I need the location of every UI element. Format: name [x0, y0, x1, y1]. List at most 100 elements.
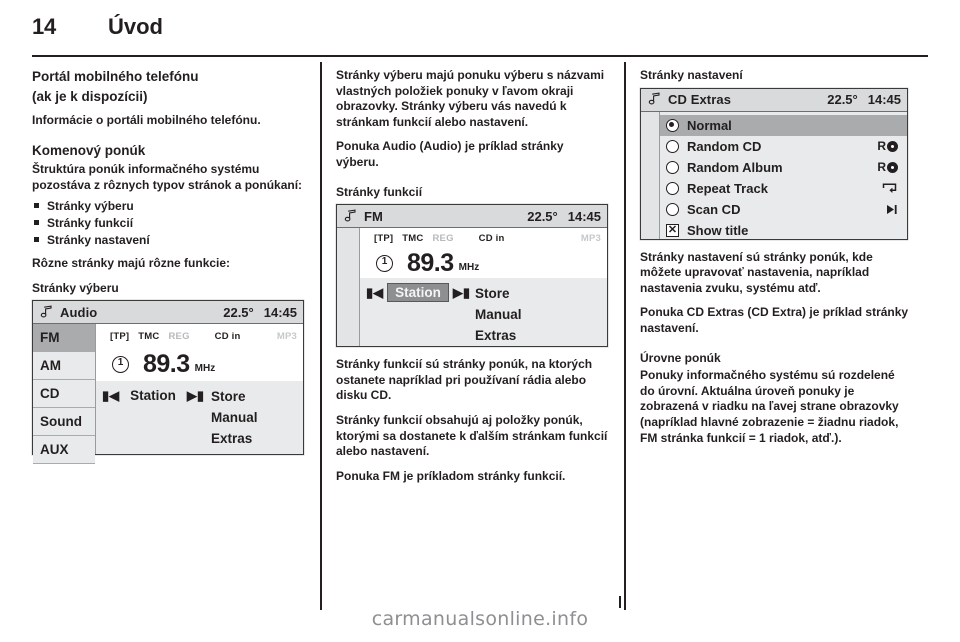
station-tuner-control[interactable]: ▮◀ Station ▶▮ — [96, 383, 211, 454]
list-item: Stránky funkcií — [32, 215, 304, 231]
settings-row-repeat-track[interactable]: Repeat Track — [660, 178, 907, 199]
paragraph-different-pages: Rôzne stránky majú rôzne funkcie: — [32, 256, 231, 271]
heading-menu-structure: Komenový ponúk — [32, 143, 146, 159]
skip-back-icon[interactable]: ▮◀ — [102, 386, 119, 405]
music-note-icon — [647, 92, 662, 107]
action-store[interactable]: Store — [211, 386, 303, 407]
screen-status: 22.5° 14:45 — [527, 209, 601, 224]
flag-mp3: MP3 — [276, 330, 297, 342]
paragraph-menu-structure: Štruktúra ponúk informačného systému poz… — [32, 162, 303, 192]
screenshot-cd-extras: CD Extras 22.5° 14:45 Normal Random CD R… — [640, 87, 908, 241]
settings-row-show-title[interactable]: ✕ Show title — [660, 220, 907, 241]
station-label[interactable]: Station — [387, 283, 449, 303]
settings-row-scan-cd[interactable]: Scan CD — [660, 199, 907, 220]
skip-forward-icon[interactable]: ▶▮ — [453, 283, 470, 302]
screen-menu-item-fm[interactable]: FM — [33, 324, 95, 353]
flag-tp: [TP] — [374, 233, 394, 245]
screenshot-fm-menu: FM 22.5° 14:45 [TP] TMC REG CD in MP3 1 … — [336, 204, 608, 348]
checkbox-icon[interactable]: ✕ — [666, 223, 679, 237]
music-note-icon — [343, 209, 358, 224]
radio-button-icon[interactable] — [666, 181, 679, 195]
music-note-icon — [39, 305, 54, 320]
settings-row-label: Random CD — [687, 138, 762, 154]
heading-selection-pages: Stránky výberu — [32, 280, 119, 295]
random-dot-icon — [887, 140, 898, 152]
screen-menu-item-sound[interactable]: Sound — [33, 408, 95, 437]
skip-back-icon[interactable]: ▮◀ — [366, 283, 383, 302]
screen-title: CD Extras — [668, 92, 732, 108]
screen-action-area: ▮◀ Station ▶▮ Store Manual Extras — [96, 381, 303, 455]
repeat-icon — [882, 183, 897, 193]
settings-list: Normal Random CD R Random Album R Repeat… — [660, 111, 907, 241]
screen-status-flags: [TP] TMC REG CD in MP3 — [360, 228, 607, 250]
scan-icon — [887, 204, 897, 214]
station-tuner-control[interactable]: ▮◀ Station ▶▮ — [360, 280, 475, 346]
settings-row-indicator-text: R — [877, 139, 886, 154]
paragraph-selection-pages-1: Stránky výberu majú ponuku výberu s názv… — [336, 68, 605, 129]
list-page-types: Stránky výberu Stránky funkcií Stránky n… — [32, 198, 304, 249]
action-manual[interactable]: Manual — [211, 407, 303, 428]
random-dot-icon — [887, 161, 898, 173]
list-item: Stránky nastavení — [32, 232, 304, 248]
flag-tp: [TP] — [110, 330, 130, 342]
list-item: Stránky výberu — [32, 198, 304, 214]
frequency-value: 89.3 — [143, 350, 190, 379]
settings-row-indicator — [885, 203, 898, 216]
list-item-label: Stránky výberu — [47, 198, 134, 213]
frequency-unit: MHz — [194, 363, 216, 375]
frequency-unit: MHz — [458, 262, 480, 274]
screen-frequency-row: 1 89.3 MHz — [360, 249, 607, 279]
action-extras[interactable]: Extras — [475, 325, 607, 346]
screen-menu-item-aux[interactable]: AUX — [33, 436, 95, 465]
settings-row-random-album[interactable]: Random Album R — [660, 157, 907, 178]
column-left: Portál mobilného telefónu (ak je k dispo… — [32, 68, 304, 465]
heading-menu-levels: Úrovne ponúk — [640, 350, 721, 365]
paragraph-settings-pages-2: Ponuka CD Extras (CD Extra) je príklad s… — [640, 305, 909, 335]
radio-button-icon[interactable] — [666, 139, 679, 153]
settings-row-label: Show title — [687, 222, 749, 238]
page-number: 14 — [32, 14, 57, 39]
column-right: Stránky nastavení CD Extras 22.5° 14:45 — [640, 68, 912, 455]
screen-action-area: ▮◀ Station ▶▮ Store Manual Extras — [360, 278, 607, 347]
radio-button-icon[interactable] — [666, 118, 679, 132]
temperature-readout: 22.5° — [223, 304, 254, 320]
station-label[interactable]: Station — [123, 386, 183, 405]
action-store[interactable]: Store — [475, 283, 607, 304]
column-divider-2 — [624, 62, 626, 610]
screen-body: FM AM CD Sound AUX [TP] TMC REG CD in MP… — [33, 324, 303, 465]
radio-button-icon[interactable] — [666, 160, 679, 174]
paragraph-settings-pages-1: Stránky nastavení sú stránky ponúk, kde … — [640, 249, 873, 295]
heading-phone-portal-sub: (ak je k dispozícii) — [32, 89, 148, 105]
settings-row-normal[interactable]: Normal — [660, 114, 907, 136]
skip-forward-icon[interactable]: ▶▮ — [187, 386, 204, 405]
screen-menu-item-am[interactable]: AM — [33, 352, 95, 381]
settings-row-indicator — [881, 182, 898, 195]
paragraph-menu-levels: Ponuky informačného systému sú rozdelené… — [640, 368, 899, 445]
action-extras[interactable]: Extras — [211, 428, 303, 449]
screen-menu-item-cd[interactable]: CD — [33, 380, 95, 409]
screen-main-pane: [TP] TMC REG CD in MP3 1 89.3 MHz ▮◀ Sta… — [96, 324, 303, 455]
screen-status: 22.5° 14:45 — [827, 92, 901, 107]
list-item-label: Stránky funkcií — [47, 215, 134, 230]
settings-row-random-cd[interactable]: Random CD R — [660, 136, 907, 157]
bullet-square-icon — [34, 236, 39, 242]
paragraph-selection-pages-2: Ponuka Audio (Audio) je príklad stránky … — [336, 139, 564, 169]
screen-titlebar: FM 22.5° 14:45 — [337, 205, 607, 229]
preset-number-badge: 1 — [112, 356, 129, 374]
paragraph-function-pages-2: Stránky funkcií obsahujú aj položky ponú… — [336, 412, 608, 459]
screen-status: 22.5° 14:45 — [223, 305, 297, 320]
temperature-readout: 22.5° — [827, 92, 858, 108]
flag-reg: REG — [168, 330, 190, 342]
flag-cd-in: CD in — [478, 233, 505, 245]
settings-row-indicator: R — [877, 139, 898, 153]
column-middle: Stránky výberu majú ponuku výberu s názv… — [336, 68, 608, 493]
flag-tmc: TMC — [402, 233, 424, 245]
action-manual[interactable]: Manual — [475, 304, 607, 325]
flag-cd-in: CD in — [214, 330, 241, 342]
list-item-label: Stránky nastavení — [47, 232, 150, 247]
flag-mp3: MP3 — [580, 233, 601, 245]
radio-button-icon[interactable] — [666, 202, 679, 216]
bullet-square-icon — [34, 219, 39, 225]
clock-readout: 14:45 — [263, 304, 297, 320]
settings-row-indicator: R — [877, 160, 898, 174]
